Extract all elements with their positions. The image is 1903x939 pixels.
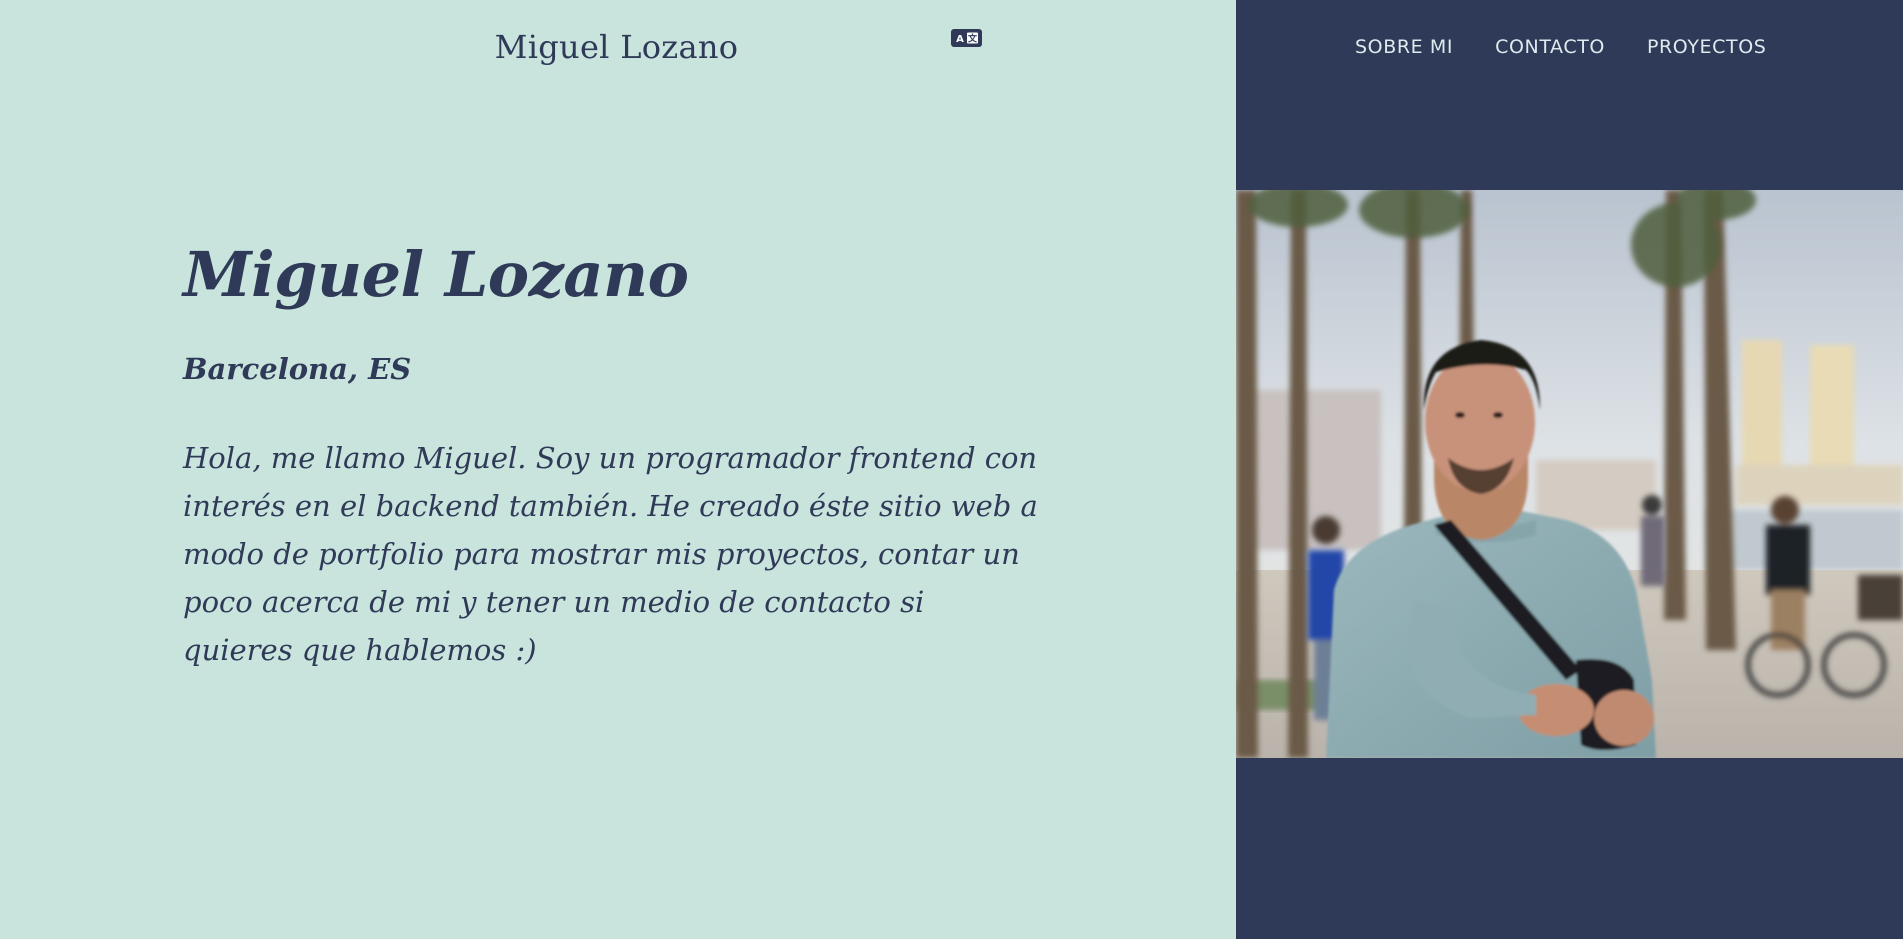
svg-text:A: A	[956, 34, 964, 45]
main-nav: SOBRE MI CONTACTO PROYECTOS	[1355, 36, 1766, 58]
hero-bio: Hola, me llamo Miguel. Soy un programado…	[183, 441, 1038, 667]
profile-photo	[1236, 190, 1903, 758]
nav-item-proyectos[interactable]: PROYECTOS	[1647, 36, 1766, 58]
profile-photo-illustration	[1236, 190, 1903, 758]
translate-icon: A 文	[954, 32, 978, 45]
svg-text:文: 文	[967, 33, 978, 45]
nav-panel: SOBRE MI CONTACTO PROYECTOS	[1236, 0, 1903, 939]
hero-location: Barcelona, ES	[183, 352, 412, 386]
site-title[interactable]: Miguel Lozano	[0, 28, 1233, 66]
nav-item-sobre-mi[interactable]: SOBRE MI	[1355, 36, 1453, 58]
nav-item-contacto[interactable]: CONTACTO	[1495, 36, 1605, 58]
page: Miguel Lozano A 文 Miguel Lozano Barcelon…	[0, 0, 1903, 939]
hero-name: Miguel Lozano	[183, 238, 689, 311]
intro-panel: Miguel Lozano A 文 Miguel Lozano Barcelon…	[0, 0, 1236, 939]
translate-button[interactable]: A 文	[951, 29, 982, 47]
